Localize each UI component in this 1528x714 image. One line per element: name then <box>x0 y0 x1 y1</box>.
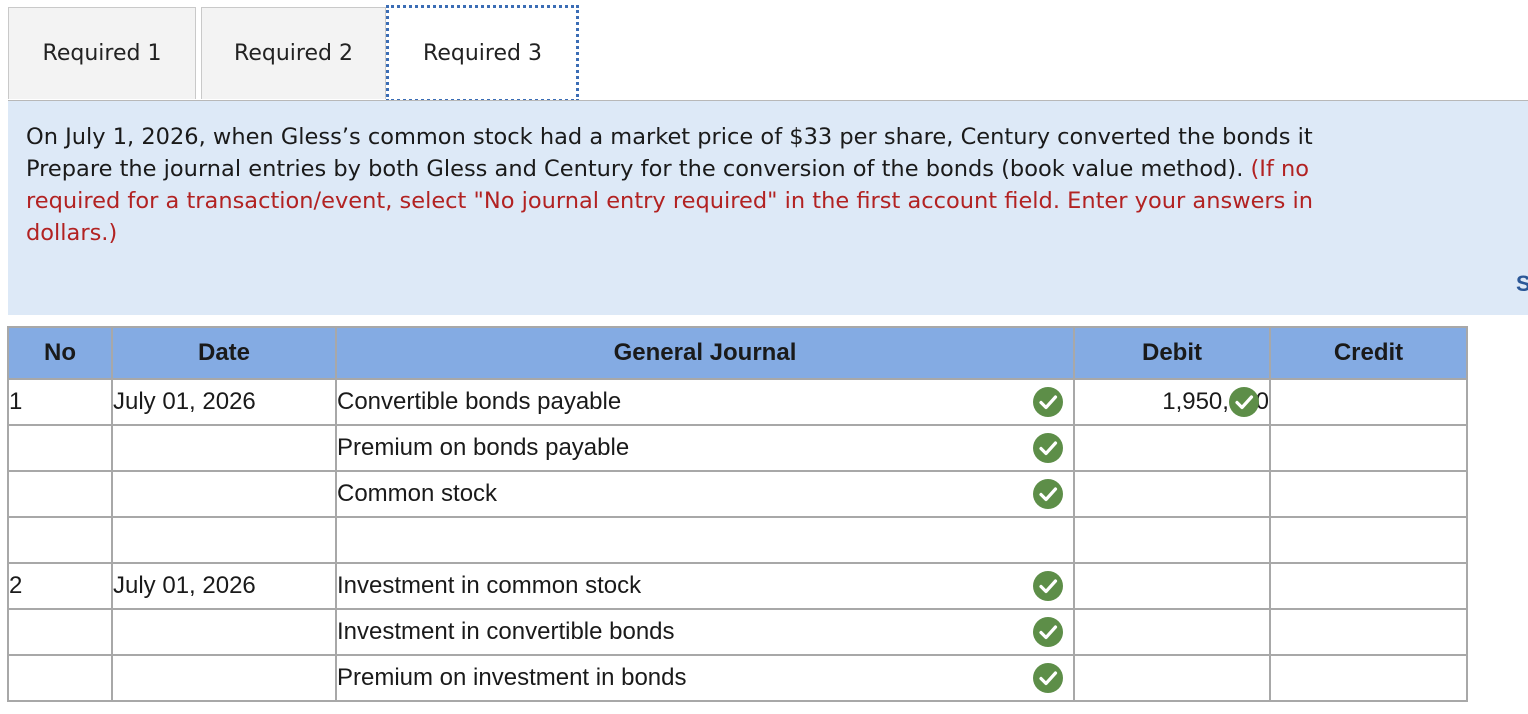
cell-credit[interactable] <box>1269 470 1468 518</box>
header-no: No <box>7 326 113 380</box>
cell-credit[interactable] <box>1269 608 1468 656</box>
header-debit: Debit <box>1073 326 1271 380</box>
cell-account[interactable]: Investment in common stock <box>335 562 1075 610</box>
header-general-journal: General Journal <box>335 326 1075 380</box>
cell-debit[interactable] <box>1073 516 1271 564</box>
checkmark-circle-icon <box>1033 663 1063 693</box>
cell-credit[interactable] <box>1269 654 1468 702</box>
table-row: Premium on investment in bonds <box>7 654 1468 702</box>
cell-credit[interactable] <box>1269 562 1468 610</box>
cell-no: 2 <box>7 562 113 610</box>
cell-account[interactable] <box>335 516 1075 564</box>
cell-credit[interactable] <box>1269 424 1468 472</box>
general-journal-table: No Date General Journal Debit Credit 1 Ju… <box>7 326 1468 702</box>
account-name: Investment in common stock <box>337 572 642 599</box>
checkmark-circle-icon <box>1033 617 1063 647</box>
account-name: Premium on investment in bonds <box>337 664 687 691</box>
cell-no <box>7 654 113 702</box>
table-header-row: No Date General Journal Debit Credit <box>7 326 1468 380</box>
instruction-line-2-hint: (If no <box>1243 156 1310 182</box>
cell-account[interactable]: Convertible bonds payable <box>335 378 1075 426</box>
cell-date[interactable] <box>111 424 337 472</box>
header-credit: Credit <box>1269 326 1468 380</box>
instruction-line-4: dollars.) <box>26 220 118 246</box>
account-name: Convertible bonds payable <box>337 388 622 415</box>
show-link[interactable]: Sh <box>1516 271 1528 297</box>
cell-date[interactable] <box>111 654 337 702</box>
checkmark-circle-icon <box>1033 479 1063 509</box>
table-row: Investment in convertible bonds <box>7 608 1468 656</box>
cell-no: 1 <box>7 378 113 426</box>
cell-debit[interactable] <box>1073 562 1271 610</box>
tab-required-1[interactable]: Required 1 <box>8 7 196 99</box>
table-row: 1 July 01, 2026 Convertible bonds payable 1… <box>7 378 1468 426</box>
cell-date[interactable] <box>111 608 337 656</box>
tab-required-2[interactable]: Required 2 <box>201 7 386 99</box>
cell-account[interactable]: Premium on bonds payable <box>335 424 1075 472</box>
cell-debit[interactable] <box>1073 608 1271 656</box>
table-row <box>7 516 1468 564</box>
table-row: 2 July 01, 2026 Investment in common stock <box>7 562 1468 610</box>
checkmark-circle-icon <box>1033 571 1063 601</box>
cell-no <box>7 470 113 518</box>
cell-no <box>7 516 113 564</box>
checkmark-circle-icon <box>1033 433 1063 463</box>
tab-required-3[interactable]: Required 3 <box>386 5 579 102</box>
checkmark-circle-icon <box>1229 387 1259 417</box>
table-row: Premium on bonds payable <box>7 424 1468 472</box>
journal-body: 1 July 01, 2026 Convertible bonds payable 1… <box>7 378 1468 702</box>
instructions-text: On July 1, 2026, when Gless’s common sto… <box>26 121 1528 249</box>
instruction-line-2-main: Prepare the journal entries by both Gles… <box>26 156 1244 182</box>
cell-debit[interactable] <box>1073 470 1271 518</box>
account-name: Premium on bonds payable <box>337 434 630 461</box>
cell-no <box>7 608 113 656</box>
cell-debit[interactable] <box>1073 424 1271 472</box>
checkmark-circle-icon <box>1033 387 1063 417</box>
cell-date[interactable]: July 01, 2026 <box>111 378 337 426</box>
table-row: Common stock <box>7 470 1468 518</box>
header-date: Date <box>111 326 337 380</box>
cell-date[interactable] <box>111 516 337 564</box>
cell-credit[interactable] <box>1269 378 1468 426</box>
instruction-line-3: required for a transaction/event, select… <box>26 188 1314 214</box>
instructions-panel: On July 1, 2026, when Gless’s common sto… <box>8 101 1528 315</box>
cell-no <box>7 424 113 472</box>
instruction-line-1: On July 1, 2026, when Gless’s common sto… <box>26 124 1313 150</box>
cell-account[interactable]: Common stock <box>335 470 1075 518</box>
account-name: Investment in convertible bonds <box>337 618 675 645</box>
cell-date[interactable] <box>111 470 337 518</box>
required-tabs: Required 1 Required 2 Required 3 <box>8 5 1528 102</box>
cell-debit[interactable]: 1,950,000 <box>1073 378 1271 426</box>
cell-date[interactable]: July 01, 2026 <box>111 562 337 610</box>
cell-debit[interactable] <box>1073 654 1271 702</box>
cell-account[interactable]: Investment in convertible bonds <box>335 608 1075 656</box>
instruction-line-2: Prepare the journal entries by both Gles… <box>26 153 1528 185</box>
cell-account[interactable]: Premium on investment in bonds <box>335 654 1075 702</box>
cell-credit[interactable] <box>1269 516 1468 564</box>
account-name: Common stock <box>337 480 498 507</box>
